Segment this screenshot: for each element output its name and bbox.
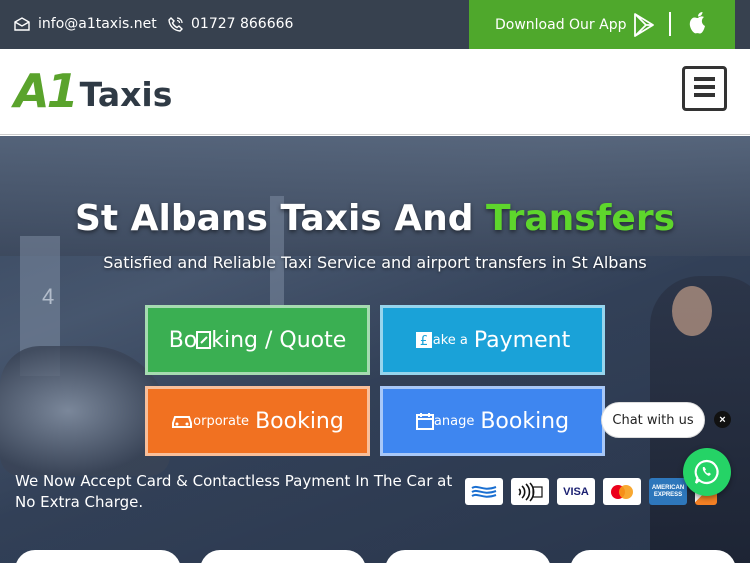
hero-subtitle: Satisfied and Reliable Taxi Service and … (103, 253, 647, 272)
phone-text: 01727 866666 (191, 16, 294, 32)
chat-with-us-bubble[interactable]: Chat with us (601, 402, 705, 438)
hero-title-accent: Transfers (486, 198, 675, 239)
bottom-card[interactable] (570, 550, 736, 563)
hamburger-menu-button[interactable] (682, 66, 727, 111)
logo-taxis: Taxis (79, 75, 173, 114)
wave-payment-icon (465, 478, 503, 505)
booking-prefix: Bo (168, 327, 198, 353)
site-logo[interactable]: A1 Taxis (14, 64, 173, 118)
svg-text:£: £ (420, 334, 428, 349)
background-bay-number: 4 (42, 284, 55, 309)
hero-title: St Albans Taxis And Transfers (0, 198, 750, 239)
email-link[interactable]: info@a1taxis.net (14, 16, 157, 32)
phone-link[interactable]: 01727 866666 (168, 16, 293, 32)
amex-icon: AMERICAN EXPRESS (649, 478, 687, 505)
payment-methods: VISA AMERICAN EXPRESS (465, 478, 717, 505)
bottom-card[interactable] (15, 550, 181, 563)
menu-line-icon (694, 93, 715, 97)
logo-a1: A1 (14, 64, 79, 118)
site-header: A1 Taxis (0, 49, 750, 135)
apple-icon[interactable] (687, 11, 709, 37)
whatsapp-icon (694, 459, 719, 485)
email-text: info@a1taxis.net (38, 16, 157, 32)
booking-quote-button[interactable]: Bo king / Quote (145, 305, 370, 375)
contactless-icon (511, 478, 549, 505)
manage-small-text: anage (433, 413, 475, 429)
booking-suffix: king / Quote (211, 327, 347, 353)
manage-big-text: Booking (480, 408, 570, 434)
background-person-head (672, 286, 712, 336)
bottom-card[interactable] (200, 550, 366, 563)
manage-booking-button[interactable]: anage Booking (380, 386, 605, 456)
card-payment-note: We Now Accept Card & Contactless Payment… (15, 472, 453, 511)
car-icon (172, 416, 193, 428)
corporate-small-text: orporate (193, 413, 250, 429)
visa-icon: VISA (557, 478, 595, 505)
bottom-card[interactable] (385, 550, 551, 563)
calendar-icon (415, 413, 434, 430)
phone-icon (168, 16, 183, 32)
mastercard-icon (603, 478, 641, 505)
envelope-icon (14, 17, 30, 31)
menu-line-icon (694, 77, 715, 81)
payment-small-text: ake a (432, 332, 468, 348)
chat-close-button[interactable]: × (714, 411, 731, 428)
top-bar: info@a1taxis.net 01727 866666 Download O… (0, 0, 750, 49)
google-play-icon[interactable] (633, 13, 655, 37)
app-separator (669, 12, 671, 36)
corporate-big-text: Booking (255, 408, 344, 434)
pound-card-icon: £ (415, 332, 432, 349)
hero-section: 4 St Albans Taxis And Transfers Satisfie… (0, 136, 750, 563)
menu-line-icon (694, 85, 715, 89)
make-payment-button[interactable]: £ ake a Payment (380, 305, 605, 375)
corporate-booking-button[interactable]: orporate Booking (145, 386, 370, 456)
whatsapp-button[interactable] (683, 448, 731, 496)
download-app-box: Download Our App (469, 0, 735, 49)
download-app-label: Download Our App (495, 16, 627, 33)
hero-title-main: St Albans Taxis And (74, 198, 487, 239)
payment-big-text: Payment (473, 327, 571, 353)
